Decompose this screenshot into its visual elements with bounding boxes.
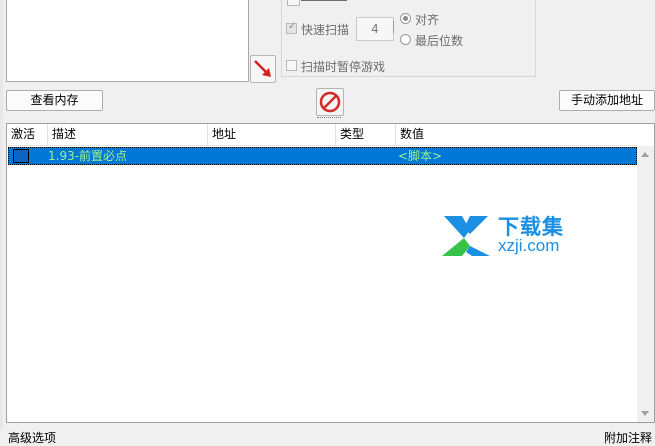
watermark-logo: 下载集 xzji.com — [440, 212, 590, 258]
add-address-manually-button[interactable]: 手动添加地址 — [559, 90, 655, 111]
column-header-type[interactable]: 类型 — [336, 124, 396, 145]
advanced-options-link[interactable]: 高级选项 — [8, 429, 56, 446]
last-digits-radio[interactable] — [400, 34, 411, 45]
column-header-active[interactable]: 激活 — [7, 124, 48, 145]
address-table[interactable]: 激活 描述 地址 类型 数值 1.93-前置必点 <脚本> — [6, 123, 655, 423]
fast-scan-value-input[interactable]: 4 — [356, 17, 394, 41]
clear-list-button[interactable] — [316, 88, 344, 116]
watermark-url-text: xzji.com — [498, 236, 560, 255]
active-checkbox[interactable] — [13, 149, 29, 163]
column-header-value[interactable]: 数值 — [396, 124, 637, 145]
column-header-address[interactable]: 地址 — [208, 124, 336, 145]
scroll-down-icon[interactable] — [641, 411, 649, 416]
view-memory-button[interactable]: 查看内存 — [6, 90, 103, 111]
left-edge-strip — [0, 0, 3, 430]
add-comment-link[interactable]: 附加注释 — [604, 429, 652, 446]
align-label: 对齐 — [415, 13, 440, 27]
pause-game-label: 扫描时暂停游戏 — [301, 60, 386, 74]
row-value: <脚本> — [398, 149, 443, 163]
fast-scan-checkbox[interactable] — [286, 21, 297, 34]
vertical-scrollbar[interactable] — [637, 146, 654, 422]
red-arrow-icon — [254, 60, 271, 77]
scan-result-list[interactable] — [6, 0, 249, 82]
last-digits-label: 最后位数 — [415, 34, 464, 48]
cut-off-label — [301, 0, 361, 4]
fast-scan-label: 快速扫描 — [301, 23, 350, 37]
cut-off-checkbox[interactable] — [287, 0, 300, 6]
row-description: 1.93-前置必点 — [48, 149, 128, 163]
no-entry-icon — [319, 91, 341, 113]
pause-game-checkbox[interactable] — [286, 60, 297, 71]
align-radio[interactable] — [400, 13, 411, 24]
input-divider — [393, 21, 396, 33]
header-divider — [7, 145, 637, 146]
scroll-up-icon[interactable] — [641, 152, 649, 157]
add-to-list-button[interactable] — [250, 55, 276, 83]
table-row[interactable]: 1.93-前置必点 <脚本> — [8, 147, 637, 165]
column-header-description[interactable]: 描述 — [48, 124, 208, 145]
watermark-x-icon — [442, 216, 490, 256]
splitter-grip[interactable] — [317, 117, 341, 120]
